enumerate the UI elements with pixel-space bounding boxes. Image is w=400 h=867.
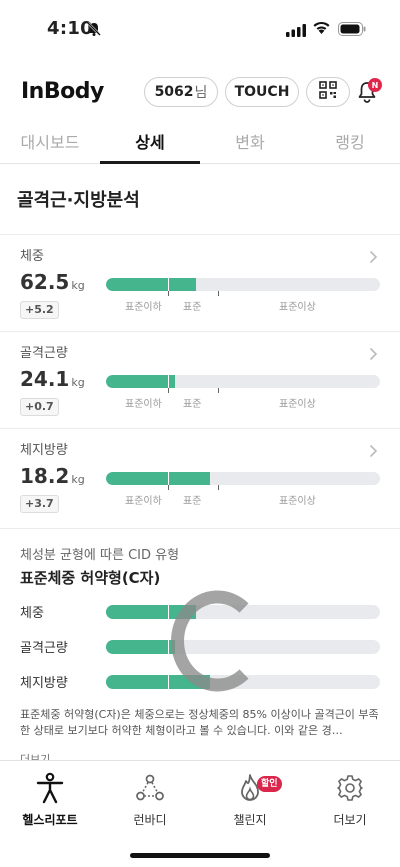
metric-bar — [106, 278, 380, 291]
runbody-icon — [100, 771, 200, 805]
cid-subtitle: 체성분 균형에 따른 CID 유형 — [20, 548, 180, 563]
bar-divider — [168, 278, 169, 291]
nav-challenge[interactable]: 할인 챌린지 — [200, 771, 300, 828]
bell-off-icon — [86, 21, 102, 41]
user-id: 5062 — [154, 84, 194, 100]
wifi-icon — [312, 20, 331, 39]
chevron-right-icon[interactable] — [369, 249, 378, 268]
health-report-icon — [0, 771, 100, 805]
scale-label-high: 표준이상 — [279, 399, 316, 410]
metric-delta: +5.2 — [20, 301, 59, 319]
bar-divider — [168, 375, 169, 388]
discount-badge: 할인 — [257, 776, 282, 792]
bottom-navigation: 헬스리포트 런바디 할인 챌린지 더보기 — [0, 760, 400, 867]
cid-letter-shape: C — [171, 590, 249, 692]
cid-row-label: 골격근량 — [20, 641, 68, 656]
metric-bar — [106, 375, 380, 388]
metric-bar — [106, 472, 380, 485]
nav-runbody[interactable]: 런바디 — [100, 771, 200, 828]
nav-label: 헬스리포트 — [22, 813, 78, 827]
metric-row-weight[interactable]: 체중 62.5 kg +5.2 표준이하 표준 표준이상 — [0, 234, 400, 331]
chevron-right-icon[interactable] — [369, 443, 378, 462]
notification-badge: N — [368, 78, 382, 92]
cid-row-label: 체지방량 — [20, 676, 68, 691]
tab-change[interactable]: 변화 — [200, 118, 300, 163]
tab-bar: 대시보드 상세 변화 랭킹 — [0, 118, 400, 164]
nav-label: 런바디 — [133, 813, 167, 827]
scale-labels: 표준이하 표준 표준이상 — [106, 298, 380, 313]
scale-label-normal: 표준 — [183, 399, 202, 410]
touch-button[interactable]: TOUCH — [225, 77, 299, 107]
metric-row-skeletal-muscle[interactable]: 골격근량 24.1 kg +0.7 표준이하 표준 표준이상 — [0, 331, 400, 428]
bar-ticks — [106, 388, 380, 394]
status-bar: 4:10 — [0, 0, 400, 56]
metric-bar-fill — [106, 278, 196, 291]
app-header: InBody 5062 님 TOUCH N — [0, 74, 400, 114]
scale-label-low: 표준이하 — [125, 496, 162, 507]
scale-labels: 표준이하 표준 표준이상 — [106, 492, 380, 507]
metric-bar-fill — [106, 375, 175, 388]
user-suffix: 님 — [194, 85, 208, 101]
bar-ticks — [106, 291, 380, 297]
nav-label: 더보기 — [333, 813, 367, 827]
qr-button[interactable] — [306, 77, 350, 107]
nav-label: 챌린지 — [233, 813, 267, 827]
gear-icon — [300, 771, 400, 805]
metric-delta: +0.7 — [20, 398, 59, 416]
chevron-right-icon[interactable] — [369, 346, 378, 365]
scale-label-high: 표준이상 — [279, 496, 316, 507]
signal-icon — [286, 22, 306, 41]
scale-labels: 표준이하 표준 표준이상 — [106, 395, 380, 410]
bar-ticks — [106, 485, 380, 491]
bar-divider — [168, 472, 169, 485]
scale-label-normal: 표준 — [183, 496, 202, 507]
cid-description: 표준체중 허약형(C자)은 체중으로는 정상체중의 85% 이상이나 골격근이 … — [20, 708, 379, 737]
metric-delta: +3.7 — [20, 495, 59, 513]
tab-dashboard[interactable]: 대시보드 — [0, 118, 100, 163]
cid-row-label: 체중 — [20, 606, 44, 621]
cid-bar-fill — [106, 640, 175, 654]
home-indicator — [130, 853, 270, 858]
tab-detail[interactable]: 상세 — [100, 118, 200, 164]
metric-label: 체중 — [20, 249, 44, 264]
battery-icon — [338, 21, 366, 40]
tab-ranking[interactable]: 랭킹 — [300, 118, 400, 163]
flame-icon — [200, 771, 300, 805]
metric-bar-fill — [106, 472, 210, 485]
inbody-logo: InBody — [21, 79, 104, 104]
cid-type: 표준체중 허약형(C자) — [20, 569, 161, 587]
nav-health-report[interactable]: 헬스리포트 — [0, 771, 100, 828]
metric-value: 18.2 kg — [20, 464, 85, 488]
metric-label: 체지방량 — [20, 443, 68, 458]
scale-label-high: 표준이상 — [279, 302, 316, 313]
metric-value: 62.5 kg — [20, 270, 85, 294]
user-button[interactable]: 5062 님 — [144, 77, 218, 107]
nav-more[interactable]: 더보기 — [300, 771, 400, 828]
scale-label-normal: 표준 — [183, 302, 202, 313]
scale-label-low: 표준이하 — [125, 302, 162, 313]
metric-value: 24.1 kg — [20, 367, 85, 391]
scale-label-low: 표준이하 — [125, 399, 162, 410]
metric-label: 골격근량 — [20, 346, 68, 361]
metric-row-body-fat[interactable]: 체지방량 18.2 kg +3.7 표준이하 표준 표준이상 — [0, 428, 400, 525]
section-title: 골격근·지방분석 — [17, 190, 140, 211]
qr-code-icon — [319, 81, 337, 103]
